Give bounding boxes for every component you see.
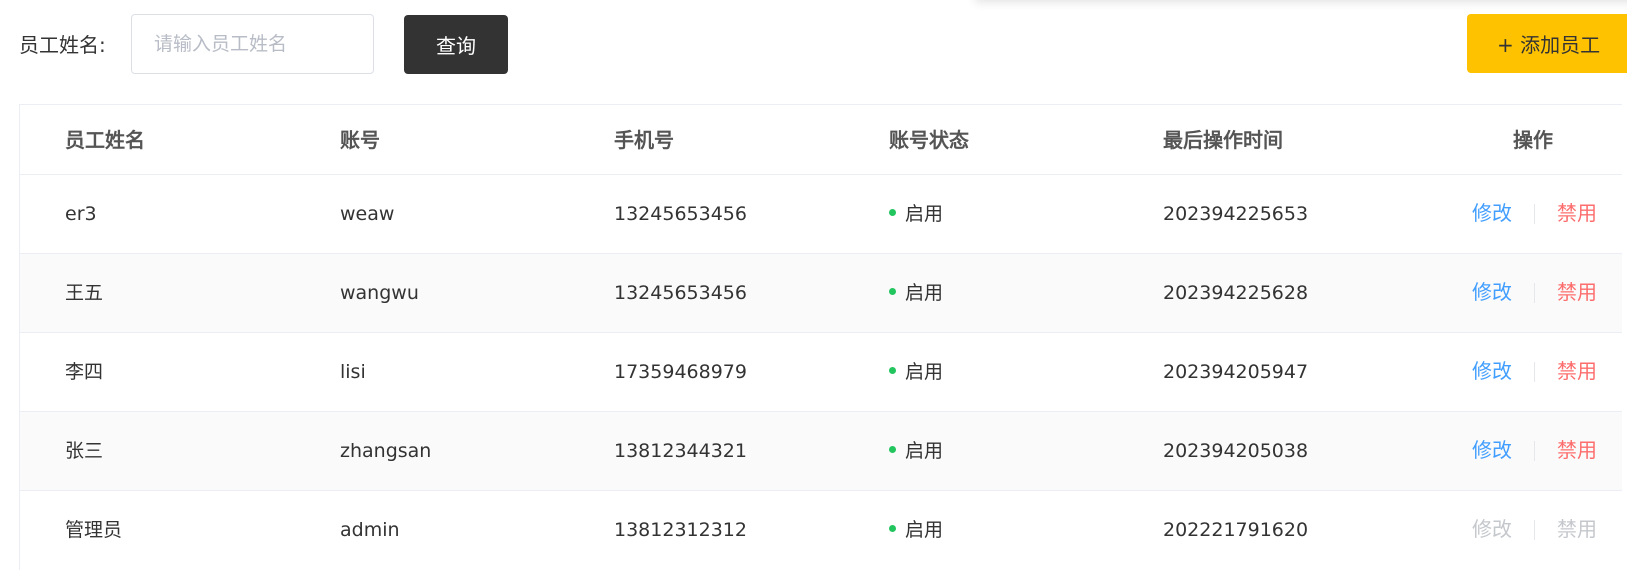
status-dot-icon [889, 525, 896, 532]
column-header-last-operation-time[interactable]: 最后操作时间 [1163, 105, 1283, 175]
cell-last-operation-time: 202394205947 [1163, 361, 1309, 383]
column-header-account[interactable]: 账号 [340, 105, 380, 175]
cell-account: weaw [340, 203, 395, 225]
cell-employee-name: 张三 [65, 440, 104, 462]
disable-button[interactable]: 禁用 [1557, 276, 1597, 305]
cell-last-operation-time: 202394225628 [1163, 282, 1309, 304]
edit-button: 修改 [1472, 513, 1512, 542]
cell-status: 启用 [889, 175, 943, 254]
disable-button[interactable]: 禁用 [1557, 197, 1597, 226]
action-divider [1534, 282, 1535, 303]
cell-status: 启用 [889, 491, 943, 570]
cell-phone: 13245653456 [614, 282, 747, 304]
column-header-name[interactable]: 员工姓名 [65, 105, 145, 175]
edit-button[interactable]: 修改 [1472, 355, 1512, 384]
cell-phone: 13812312312 [614, 519, 747, 541]
cell-account: zhangsan [340, 440, 432, 462]
employee-management-page: 员工姓名: 查询 + 添加员工 员工姓名 账号 手机号 账号状态 最后操作时间 … [0, 0, 1627, 585]
status-dot-icon [889, 288, 896, 295]
cell-account: lisi [340, 361, 366, 383]
cell-status: 启用 [889, 333, 943, 412]
status-text: 启用 [905, 282, 944, 304]
cell-account: wangwu [340, 282, 419, 304]
cell-actions: 修改 禁用 [1472, 412, 1597, 491]
action-divider [1534, 519, 1535, 540]
disable-button: 禁用 [1557, 513, 1597, 542]
action-divider [1534, 361, 1535, 382]
cell-actions: 修改 禁用 [1472, 491, 1597, 570]
cell-employee-name: 王五 [65, 282, 104, 304]
status-text: 启用 [905, 519, 944, 541]
cell-account: admin [340, 519, 400, 541]
cell-phone: 13245653456 [614, 203, 747, 225]
toolbar: 员工姓名: 查询 + 添加员工 [0, 0, 1627, 92]
table-header: 员工姓名 账号 手机号 账号状态 最后操作时间 操作 [20, 105, 1622, 175]
column-header-status[interactable]: 账号状态 [889, 105, 969, 175]
action-divider [1534, 440, 1535, 461]
disable-button[interactable]: 禁用 [1557, 434, 1597, 463]
cell-last-operation-time: 202394205038 [1163, 440, 1309, 462]
cell-actions: 修改 禁用 [1472, 254, 1597, 333]
table-row: 管理员 admin 13812312312 启用 202221791620 修改… [20, 491, 1622, 570]
status-dot-icon [889, 367, 896, 374]
cell-status: 启用 [889, 254, 943, 333]
status-text: 启用 [905, 203, 944, 225]
cell-status: 启用 [889, 412, 943, 491]
cell-last-operation-time: 202394225653 [1163, 203, 1309, 225]
table-row: 张三 zhangsan 13812344321 启用 202394205038 … [20, 412, 1622, 491]
cell-employee-name: 李四 [65, 361, 104, 383]
employee-table: 员工姓名 账号 手机号 账号状态 最后操作时间 操作 er3 weaw 1324… [19, 104, 1622, 570]
column-header-actions[interactable]: 操作 [1513, 105, 1553, 175]
cell-last-operation-time: 202221791620 [1163, 519, 1309, 541]
table-row: 王五 wangwu 13245653456 启用 202394225628 修改… [20, 254, 1622, 333]
query-button[interactable]: 查询 [404, 15, 508, 74]
search-label: 员工姓名: [19, 33, 106, 57]
disable-button[interactable]: 禁用 [1557, 355, 1597, 384]
column-header-phone[interactable]: 手机号 [614, 105, 674, 175]
status-text: 启用 [905, 440, 944, 462]
add-employee-button[interactable]: + 添加员工 [1467, 14, 1627, 73]
status-dot-icon [889, 446, 896, 453]
cell-actions: 修改 禁用 [1472, 175, 1597, 254]
cell-employee-name: er3 [65, 203, 97, 225]
action-divider [1534, 203, 1535, 224]
cell-phone: 17359468979 [614, 361, 747, 383]
status-text: 启用 [905, 361, 944, 383]
cell-actions: 修改 禁用 [1472, 333, 1597, 412]
cell-phone: 13812344321 [614, 440, 747, 462]
edit-button[interactable]: 修改 [1472, 434, 1512, 463]
edit-button[interactable]: 修改 [1472, 197, 1512, 226]
status-dot-icon [889, 209, 896, 216]
table-row: 李四 lisi 17359468979 启用 202394205947 修改 禁用 [20, 333, 1622, 412]
employee-name-search-input[interactable] [131, 14, 374, 74]
edit-button[interactable]: 修改 [1472, 276, 1512, 305]
table-row: er3 weaw 13245653456 启用 202394225653 修改 禁… [20, 175, 1622, 254]
cell-employee-name: 管理员 [65, 519, 123, 541]
